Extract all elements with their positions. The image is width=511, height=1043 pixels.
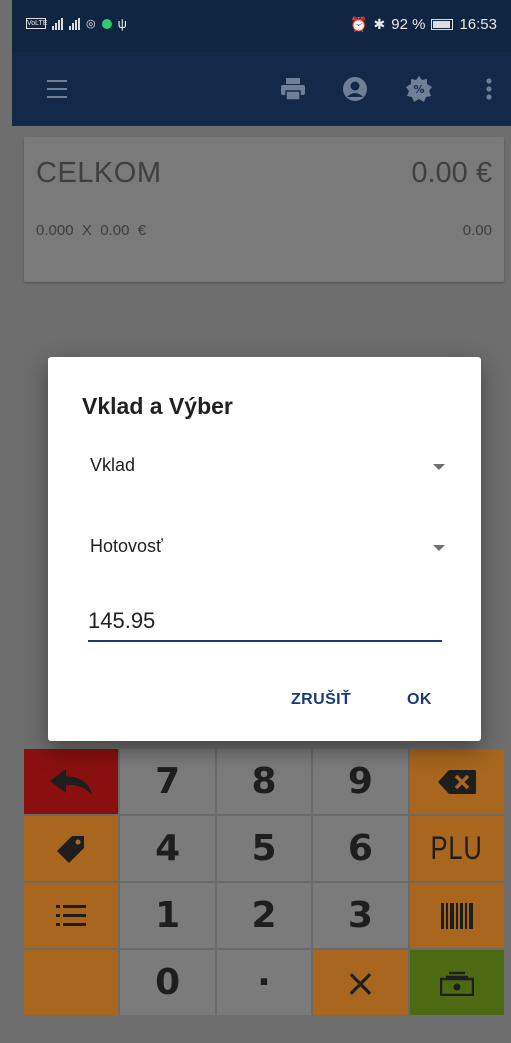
bottom-margin	[12, 1015, 511, 1043]
tag-icon	[57, 835, 85, 863]
reply-arrow-icon	[50, 768, 93, 795]
key-2[interactable]: 2	[216, 883, 312, 948]
status-right: ⏰ ✱ 92 % 16:53	[350, 16, 497, 33]
menu-icon[interactable]	[40, 72, 74, 106]
more-vert-icon[interactable]	[472, 72, 506, 106]
key-6[interactable]: 6	[313, 816, 408, 881]
price-tag-button[interactable]	[24, 816, 119, 881]
dialog-title: Vklad a Výber	[82, 393, 233, 419]
signal-2-icon	[69, 17, 80, 30]
list-button[interactable]	[24, 883, 119, 948]
deposit-withdraw-dialog: Vklad a Výber Vklad Hotovosť 145.95 ZRUŠ…	[48, 357, 481, 741]
keypad: 7 8 9 4 5 6 PLU 1 2 3 0 · ×	[24, 749, 504, 1015]
ok-button[interactable]: OK	[407, 691, 432, 709]
print-icon[interactable]	[276, 72, 310, 106]
type-dropdown[interactable]: Vklad	[90, 447, 445, 487]
method-dropdown[interactable]: Hotovosť	[90, 528, 445, 568]
svg-text:%: %	[413, 83, 424, 96]
backspace-icon	[437, 769, 476, 794]
key-1[interactable]: 1	[120, 883, 215, 948]
list-icon	[56, 904, 87, 926]
total-card: CELKOM 0.00 € 0.000 X 0.00 € 0.00	[24, 137, 504, 282]
amount-input-value: 145.95	[88, 608, 156, 633]
empty-key[interactable]	[24, 950, 119, 1015]
decimal-key[interactable]: ·	[216, 950, 312, 1015]
barcode-icon	[440, 902, 473, 929]
method-dropdown-value: Hotovosť	[90, 536, 163, 556]
type-dropdown-value: Vklad	[90, 455, 136, 475]
status-left: VoLTE ◎ ψ	[26, 16, 127, 31]
key-9[interactable]: 9	[313, 749, 408, 814]
total-label: CELKOM	[36, 157, 162, 189]
back-button[interactable]	[24, 749, 119, 814]
plu-button[interactable]: PLU	[409, 816, 504, 881]
clock: 16:53	[459, 16, 497, 33]
barcode-button[interactable]	[409, 883, 504, 948]
bluetooth-icon: ✱	[373, 16, 386, 32]
nfc-icon: ◎	[86, 18, 96, 30]
key-7[interactable]: 7	[120, 749, 215, 814]
total-amount: 0.00 €	[411, 157, 492, 189]
app-bar: %	[12, 52, 511, 126]
usb-icon: ψ	[117, 16, 127, 31]
cancel-button[interactable]: ZRUŠIŤ	[291, 691, 351, 709]
battery-percent: 92 %	[391, 16, 426, 33]
app-notification-icon	[101, 18, 112, 29]
key-3[interactable]: 3	[313, 883, 408, 948]
signal-icon	[52, 17, 63, 30]
plu-label: PLU	[430, 830, 483, 866]
key-0[interactable]: 0	[120, 950, 215, 1015]
discount-icon[interactable]: %	[402, 72, 436, 106]
dropdown-arrow-icon	[433, 545, 445, 551]
user-icon[interactable]	[338, 72, 372, 106]
cash-register-icon	[439, 971, 474, 996]
payment-button[interactable]	[409, 950, 504, 1015]
dropdown-arrow-icon	[433, 464, 445, 470]
multiply-key[interactable]: ×	[313, 950, 408, 1015]
line-total: 0.00	[462, 222, 492, 239]
key-5[interactable]: 5	[216, 816, 312, 881]
battery-icon	[431, 19, 454, 30]
backspace-button[interactable]	[409, 749, 504, 814]
volte-icon: VoLTE	[26, 18, 48, 29]
alarm-icon: ⏰	[350, 16, 368, 32]
status-bar: VoLTE ◎ ψ ⏰ ✱ 92 % 16:53	[12, 0, 511, 52]
amount-input[interactable]: 145.95	[88, 602, 442, 642]
key-4[interactable]: 4	[120, 816, 215, 881]
quantity-price-line: 0.000 X 0.00 €	[36, 222, 147, 239]
key-8[interactable]: 8	[216, 749, 312, 814]
